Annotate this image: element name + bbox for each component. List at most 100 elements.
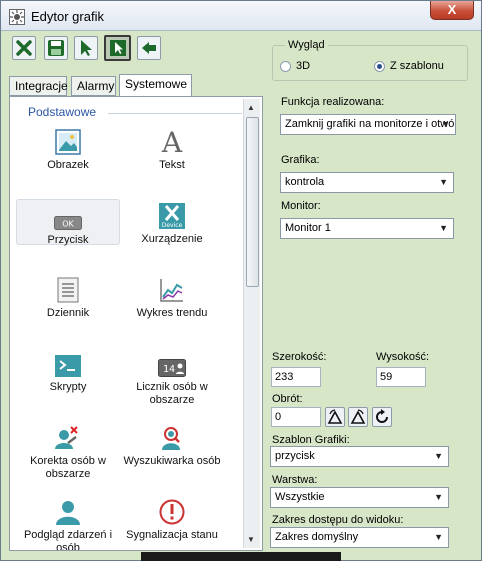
width-input[interactable]: 233 [271, 367, 321, 387]
journal-icon [57, 277, 79, 303]
palette-item-label: Wyszukiwarka osób [123, 455, 221, 467]
rotate-left-button[interactable] [325, 407, 345, 427]
trend-chart-icon [160, 279, 183, 302]
palette-item-obrazek[interactable]: Obrazek [16, 125, 120, 171]
palette-item-dziennik[interactable]: Dziennik [16, 273, 120, 319]
element-palette: Podstawowe Obrazek A Tekst OK Przycisk D… [9, 96, 263, 551]
graphic-select[interactable]: kontrola ▼ [280, 172, 454, 193]
height-input[interactable]: 59 [376, 367, 426, 387]
refresh-button[interactable] [372, 407, 392, 427]
chevron-down-icon: ▼ [439, 223, 448, 233]
app-icon [9, 9, 25, 25]
scroll-down-icon[interactable]: ▼ [247, 535, 255, 544]
radio-template-dot[interactable] [374, 60, 385, 72]
rotation-label: Obrót: [272, 393, 303, 405]
rotate-right-button[interactable] [348, 407, 368, 427]
button-icon: OK [54, 216, 82, 230]
radio-3d[interactable]: 3D [280, 60, 310, 72]
template-value: przycisk [275, 450, 315, 462]
palette-item-korekta-osob[interactable]: Korekta osób w obszarze [16, 421, 120, 480]
import-button[interactable] [137, 36, 161, 60]
chevron-down-icon: ▼ [434, 492, 443, 502]
template-select[interactable]: przycisk ▼ [270, 446, 449, 467]
device-icon-text: Device [162, 222, 183, 229]
radio-3d-label: 3D [296, 60, 311, 72]
palette-scrollbar[interactable]: ▲ ▼ [243, 99, 260, 548]
graphic-label: Grafika: [281, 154, 320, 166]
rotate-left-icon [327, 409, 343, 424]
layer-select[interactable]: Wszystkie ▼ [270, 487, 449, 508]
width-label: Szerokość: [272, 351, 327, 363]
layer-label: Warstwa: [272, 474, 318, 486]
palette-item-xurzadzenie[interactable]: Device Xurządzenie [120, 199, 224, 245]
rotation-input[interactable]: 0 [271, 407, 321, 427]
person-search-icon [162, 427, 180, 450]
save-button[interactable] [44, 36, 68, 60]
appearance-group: Wygląd 3D Z szablonu [272, 39, 468, 81]
radio-3d-dot[interactable] [280, 60, 291, 72]
palette-item-label: Dziennik [46, 307, 90, 319]
access-scope-label: Zakres dostępu do widoku: [272, 514, 404, 526]
people-counter-icon: 14 [158, 359, 186, 377]
select-mode-button[interactable] [104, 35, 131, 61]
scroll-up-icon[interactable]: ▲ [247, 103, 255, 112]
monitor-value: Monitor 1 [285, 222, 331, 234]
palette-item-label: Skrypty [49, 381, 87, 393]
chevron-down-icon: ▼ [434, 451, 443, 461]
palette-item-tekst[interactable]: A Tekst [120, 125, 224, 171]
palette-item-label: Podgląd zdarzeń i osób [23, 529, 113, 551]
palette-item-sygnalizacja-stanu[interactable]: Sygnalizacja stanu [120, 495, 224, 541]
palette-item-podglad-zdarzen[interactable]: Podgląd zdarzeń i osób [16, 495, 120, 551]
tab-systemowe[interactable]: Systemowe [119, 74, 192, 97]
select-mode-icon [109, 40, 126, 56]
palette-item-label: Wykres trendu [136, 307, 208, 319]
monitor-label: Monitor: [281, 200, 321, 212]
button-icon-text: OK [62, 220, 74, 229]
chevron-down-icon: ▼ [434, 532, 443, 542]
template-label: Szablon Grafiki: [272, 434, 350, 446]
function-label: Funkcja realizowana: [281, 96, 385, 108]
title-bar: Edytor grafik X [1, 1, 481, 31]
image-icon [55, 129, 81, 155]
script-icon [55, 355, 81, 377]
radio-template[interactable]: Z szablonu [374, 60, 444, 72]
palette-item-skrypty[interactable]: Skrypty [16, 347, 120, 393]
palette-item-wyszukiwarka-osob[interactable]: Wyszukiwarka osób [120, 421, 224, 467]
tab-integracje[interactable]: Integracje [9, 76, 68, 96]
tab-alarmy[interactable]: Alarmy [71, 76, 116, 96]
access-scope-value: Zakres domyślny [275, 531, 359, 543]
function-select[interactable]: Zamknij grafiki na monitorze i otwórz ▼ [280, 114, 456, 135]
text-icon: A [161, 127, 183, 155]
delete-button[interactable] [12, 36, 36, 60]
pointer-button[interactable] [74, 36, 98, 60]
palette-item-wykres-trendu[interactable]: Wykres trendu [120, 273, 224, 319]
device-icon: Device [159, 203, 185, 229]
group-divider [108, 113, 242, 114]
graphic-value: kontrola [285, 176, 325, 188]
event-preview-icon [56, 501, 80, 525]
delete-icon [16, 40, 32, 56]
palette-item-przycisk[interactable]: OK Przycisk [16, 199, 120, 246]
close-button[interactable]: X [430, 1, 474, 20]
counter-icon-text: 14 [163, 364, 175, 375]
access-scope-select[interactable]: Zakres domyślny ▼ [270, 527, 449, 548]
palette-item-licznik-osob[interactable]: 14 Licznik osób w obszarze [120, 347, 224, 406]
refresh-icon [376, 409, 388, 423]
palette-item-label: Korekta osób w obszarze [30, 455, 106, 480]
editor-window: Edytor grafik X Integracje Alarmy System… [0, 0, 482, 561]
palette-item-label: Przycisk [47, 234, 89, 246]
monitor-select[interactable]: Monitor 1 ▼ [280, 218, 454, 239]
scroll-thumb[interactable] [246, 117, 259, 287]
properties-panel: Wygląd 3D Z szablonu Funkcja realizowana… [264, 33, 476, 551]
window-title: Edytor grafik [31, 9, 104, 24]
palette-item-label: Sygnalizacja stanu [126, 529, 218, 541]
appearance-title: Wygląd [285, 39, 328, 51]
palette-item-label: Obrazek [47, 159, 89, 171]
taskbar-strip [141, 552, 341, 561]
palette-item-label: Licznik osób w obszarze [136, 381, 208, 406]
chevron-down-icon: ▼ [441, 119, 450, 129]
svg-text:A: A [161, 127, 183, 155]
chevron-down-icon: ▼ [439, 177, 448, 187]
people-correction-icon [55, 426, 78, 449]
function-value: Zamknij grafiki na monitorze i otwórz [285, 118, 456, 130]
